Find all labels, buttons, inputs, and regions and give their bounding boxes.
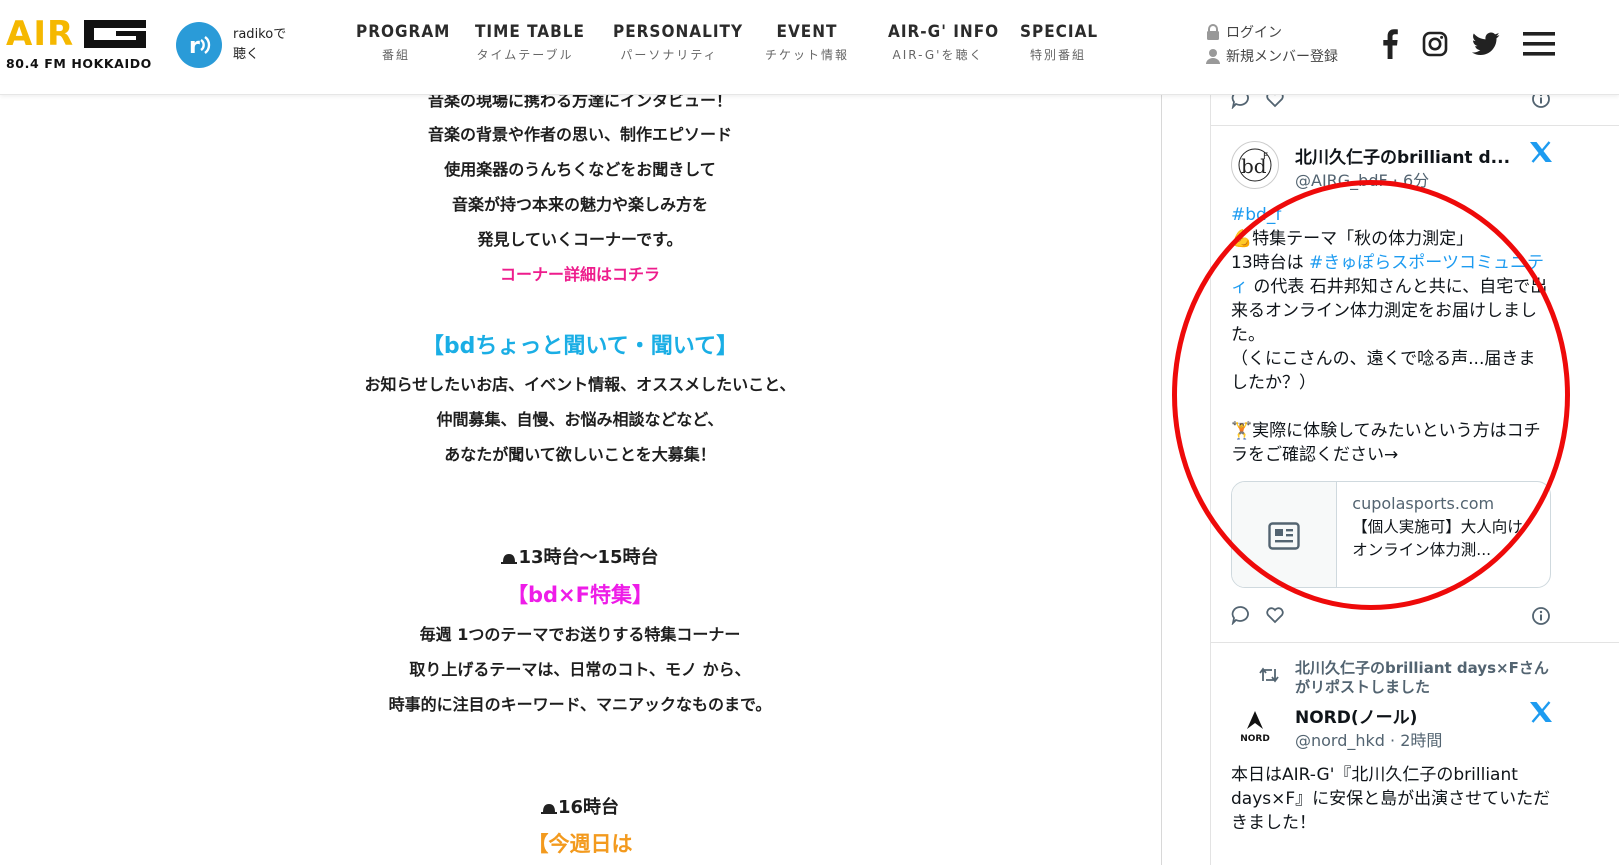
tweet-author-handle[interactable]: @nord_hkd · 2時間	[1295, 727, 1442, 751]
x-logo-icon[interactable]	[1529, 701, 1553, 723]
bdf-avatar[interactable]: bd F	[1231, 141, 1279, 189]
weightlifter-emoji: 🏋	[1231, 421, 1253, 441]
radiko-label-2: 聴く	[233, 47, 260, 62]
info-icon[interactable]	[1531, 606, 1551, 626]
instagram-icon[interactable]	[1420, 28, 1450, 60]
time-slot-heading: 16時台	[0, 793, 1160, 819]
account-links: ログイン 新規メンバー登録	[1206, 20, 1338, 68]
tweet-text-paren: （くにこさんの、遠くで唸る声...届きましたか？）	[1231, 349, 1536, 393]
bell-icon	[501, 554, 518, 564]
x-logo-icon[interactable]	[1529, 141, 1553, 163]
twitter-timeline[interactable]: bd F 北川久仁子のbrilliant d... @AIRG_bdF · 6分…	[1210, 95, 1619, 865]
article-text-line: 音楽が持つ本来の魅力や楽しみ方を	[451, 195, 708, 214]
tweet-separator	[1211, 642, 1619, 643]
nav-personality-label: PERSONALITY	[613, 22, 744, 42]
nav-airg-info-label: AIR-G' INFO	[888, 22, 1000, 42]
nav-personality[interactable]: PERSONALITY パーソナリティ	[613, 22, 744, 63]
twitter-bird-icon[interactable]	[1470, 28, 1502, 60]
radiko-icon: r	[176, 22, 222, 68]
air-g-logo[interactable]: AIR 80.4 FM HOKKAIDO	[6, 16, 156, 76]
hashtag-link[interactable]: #bd_f	[1231, 205, 1281, 225]
tweet-separator	[1211, 125, 1619, 126]
article-text-line: お知らせしたいお店、イベント情報、オススメしたいこと、	[364, 375, 796, 394]
repost-note: 北川久仁子のbrilliant days×Fさんがリポストしました	[1295, 659, 1549, 696]
nav-special-label: SPECIAL	[1020, 22, 1099, 42]
hamburger-menu-icon[interactable]	[1522, 28, 1556, 60]
tweet-text-cta: 実際に体験してみたいという方はコチラをご確認ください→	[1231, 421, 1541, 465]
time-slot-text: 16時台	[557, 797, 620, 818]
svg-text:r: r	[189, 34, 200, 59]
reply-icon[interactable]	[1231, 95, 1251, 109]
logo-air-text: AIR	[6, 14, 75, 54]
nav-program[interactable]: PROGRAM 番組	[356, 22, 451, 63]
nav-special[interactable]: SPECIAL 特別番組	[1020, 22, 1099, 63]
facebook-icon[interactable]	[1378, 28, 1402, 60]
tweet-text: #bd_f 💪特集テーマ「秋の体力測定」 13時台は #きゅぽらスポーツコミュニ…	[1231, 203, 1551, 467]
nav-event-label: EVENT	[776, 22, 838, 42]
card-title: 【個人実施可】大人向け オンライン体力測...	[1352, 518, 1523, 559]
nav-event-sub: チケット情報	[764, 48, 849, 62]
link-preview-card[interactable]: cupolasports.com 【個人実施可】大人向け オンライン体力測...	[1231, 481, 1551, 588]
like-icon[interactable]	[1265, 95, 1285, 109]
article-text-line: 取り上げるテーマは、日常のコト、モノ から、	[409, 660, 751, 679]
article-text-line: 時事的に注目のキーワード、マニアックなものまで。	[388, 695, 772, 714]
article-text-line: 毎週 1つのテーマでお送りする特集コーナー	[419, 625, 741, 644]
tweet-theme-line: 特集テーマ「秋の体力測定」	[1252, 229, 1474, 249]
logo-g-mark	[84, 20, 147, 48]
nord-avatar-label: NORD	[1240, 734, 1270, 744]
nav-timetable-label: TIME TABLE	[475, 22, 585, 42]
tweet-author-name[interactable]: 北川久仁子のbrilliant d...	[1295, 143, 1510, 168]
repost-icon	[1259, 667, 1279, 683]
time-slot-text: 13時台〜15時台	[518, 547, 659, 568]
program-article: 音楽の現場に携わる方達にインタビュー！ 音楽の背景や作者の思い、制作エピソード …	[0, 95, 1160, 865]
nav-event[interactable]: EVENT チケット情報	[760, 22, 854, 63]
nav-personality-sub: パーソナリティ	[620, 48, 718, 62]
tweet-text-prefix: 13時台は	[1231, 253, 1310, 273]
nav-special-sub: 特別番組	[1029, 48, 1086, 62]
site-header: AIR 80.4 FM HOKKAIDO r radikoで 聴く PROGRA…	[0, 0, 1619, 95]
section-heading-feature: 【bd×F特集】	[506, 583, 653, 607]
article-text-line: 使用楽器のうんちくなどをお聞きして	[444, 160, 716, 179]
info-icon[interactable]	[1531, 95, 1551, 109]
tweet-text: 本日はAIR-G'『北川久仁子のbrilliant days×F』に安保と島が出…	[1231, 765, 1551, 833]
tweet-author-handle[interactable]: @AIRG_bdF · 6分	[1295, 167, 1429, 191]
bell-icon	[540, 804, 557, 814]
corner-detail-link[interactable]: コーナー詳細はコチラ	[0, 261, 1160, 285]
nord-avatar[interactable]: NORD	[1231, 699, 1279, 747]
card-domain: cupolasports.com	[1352, 494, 1495, 513]
article-text-line: あなたが聞いて欲しいことを大募集！	[444, 445, 716, 464]
logo-frequency: 80.4 FM HOKKAIDO	[6, 56, 152, 71]
like-icon[interactable]	[1265, 605, 1285, 625]
nav-timetable-sub: タイムテーブル	[476, 48, 574, 62]
nav-timetable[interactable]: TIME TABLE タイムテーブル	[475, 22, 585, 63]
tweet-actions	[1231, 605, 1299, 625]
register-link[interactable]: 新規メンバー登録	[1206, 44, 1338, 68]
nav-airg-info-sub: AIR-G'を聴く	[892, 48, 984, 62]
time-slot-heading: 13時台〜15時台	[0, 543, 1160, 569]
radiko-listen-link[interactable]: r radikoで 聴く	[176, 22, 286, 68]
column-divider	[1161, 95, 1162, 865]
article-text-line: 音楽の背景や作者の思い、制作エピソード	[427, 125, 732, 144]
user-icon	[1206, 49, 1220, 64]
reply-icon[interactable]	[1231, 605, 1251, 625]
article-text-line: 音楽の現場に携わる方達にインタビュー！	[427, 95, 732, 110]
flexed-arm-emoji: 💪	[1231, 229, 1253, 249]
article-icon	[1232, 482, 1338, 587]
login-link[interactable]: ログイン	[1206, 20, 1338, 44]
section-heading-cut: 【今週日は	[527, 832, 633, 856]
login-label: ログイン	[1226, 25, 1282, 41]
lock-icon	[1207, 24, 1219, 40]
register-label: 新規メンバー登録	[1226, 49, 1338, 65]
section-heading-chotto: 【bdちょっと聞いて・聞いて】	[421, 334, 739, 359]
tweet-author-name[interactable]: NORD(ノール)	[1295, 703, 1417, 728]
article-text-line: 仲間募集、自慢、お悩み相談などなど、	[436, 410, 724, 429]
tweet-text-rest: の代表 石井邦知さんと共に、自宅で出来るオンライン体力測定をお届けしました。	[1231, 277, 1548, 345]
nav-airg-info[interactable]: AIR-G' INFO AIR-G'を聴く	[888, 22, 1000, 63]
nav-program-label: PROGRAM	[356, 22, 451, 42]
article-text-line: 発見していくコーナーです。	[477, 230, 683, 249]
radiko-label-1: radikoで	[233, 27, 287, 42]
nav-program-sub: 番組	[381, 48, 410, 62]
tweet-actions	[1231, 95, 1299, 109]
